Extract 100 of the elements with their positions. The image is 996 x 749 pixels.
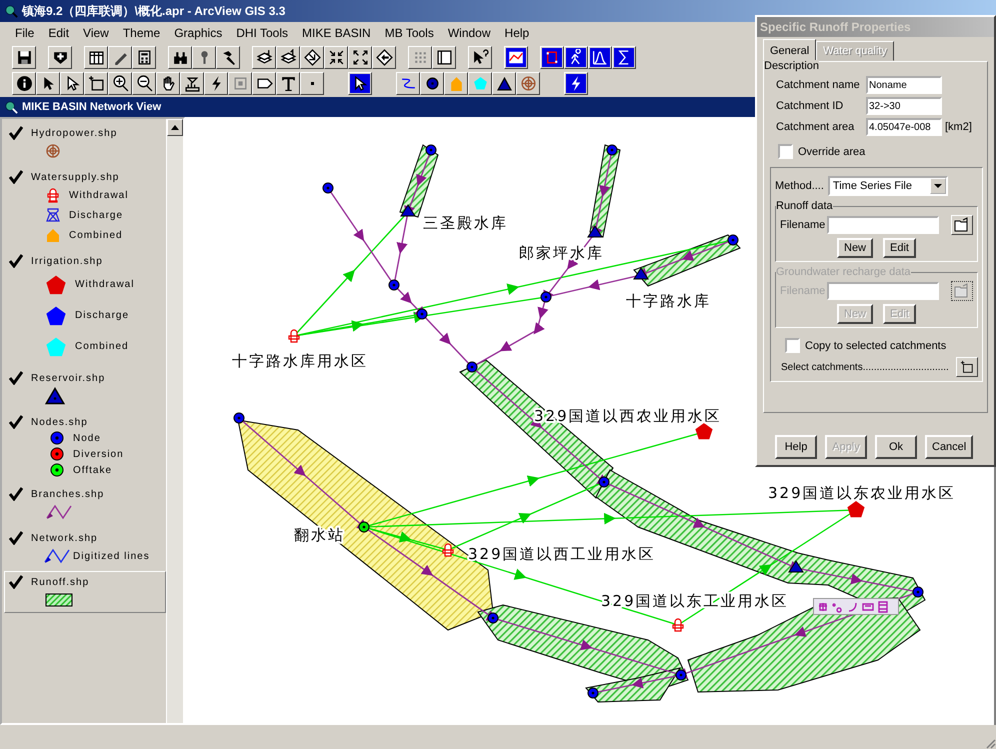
reservoir-marker: [400, 204, 416, 216]
select-tool-button[interactable]: [540, 46, 564, 68]
chart-button[interactable]: [504, 46, 528, 68]
point-button[interactable]: [300, 72, 324, 95]
area-select-button[interactable]: [228, 72, 252, 95]
map-label: 329国道以东农业用水区: [768, 484, 956, 502]
theme-off-button[interactable]: [276, 46, 300, 68]
pointer-button[interactable]: [36, 72, 60, 95]
visibility-checkbox[interactable]: [9, 170, 23, 184]
zoom-previous-button[interactable]: [372, 46, 396, 68]
supply-button[interactable]: [444, 72, 468, 95]
scrollbar[interactable]: [166, 119, 183, 723]
select-box-button[interactable]: [84, 72, 108, 95]
zoom-out-tool-button[interactable]: [132, 72, 156, 95]
visibility-checkbox[interactable]: [9, 254, 23, 268]
visibility-checkbox[interactable]: [9, 126, 23, 140]
reservoir-button[interactable]: [492, 72, 516, 95]
visibility-checkbox[interactable]: [9, 531, 23, 545]
menu-item[interactable]: Edit: [41, 26, 76, 40]
visibility-checkbox[interactable]: [9, 371, 23, 385]
reservoir-marker: [633, 267, 649, 280]
hydropower-button[interactable]: [516, 72, 540, 95]
tool-icon[interactable]: [817, 600, 829, 612]
tool-icon[interactable]: [832, 600, 844, 612]
selected-legend-entry[interactable]: Runoff.shp: [4, 571, 166, 613]
node-marker: [322, 182, 334, 194]
visibility-checkbox[interactable]: [9, 575, 23, 589]
resize-grip-icon[interactable]: [984, 737, 996, 749]
edit-button[interactable]: [108, 46, 132, 68]
tool-icon[interactable]: [877, 600, 889, 612]
refresh-button[interactable]: [564, 72, 588, 95]
wheel-icon: [45, 143, 61, 159]
pointer-icon: [350, 74, 370, 93]
menu-item[interactable]: File: [8, 26, 42, 40]
field-label: Catchment ID: [776, 100, 844, 112]
run-button[interactable]: [564, 46, 588, 68]
text-button[interactable]: [276, 72, 300, 95]
scroll-up-button[interactable]: [167, 119, 183, 136]
dialog-button[interactable]: Help: [775, 435, 817, 459]
layer-name: Reservoir.shp: [31, 372, 106, 384]
label-button[interactable]: [252, 72, 276, 95]
grid-button[interactable]: [408, 46, 432, 68]
help-button[interactable]: [468, 46, 492, 68]
menu-item[interactable]: Help: [498, 26, 536, 40]
menu-item[interactable]: MB Tools: [378, 26, 441, 40]
dialog-button[interactable]: Edit: [883, 238, 916, 258]
hotlink-button[interactable]: [204, 72, 228, 95]
tab[interactable]: General: [763, 39, 816, 61]
filename-field[interactable]: [827, 216, 940, 234]
method-dropdown[interactable]: Time Series File: [828, 176, 948, 196]
network-select-button[interactable]: [348, 72, 372, 95]
pan-button[interactable]: [156, 72, 180, 95]
frame-button[interactable]: [432, 46, 456, 68]
legend-label: Digitized lines: [73, 550, 150, 562]
find-button[interactable]: [168, 46, 192, 68]
vertex-button[interactable]: [60, 72, 84, 95]
zoom-in-button[interactable]: [108, 72, 132, 95]
theme-on-button[interactable]: [252, 46, 276, 68]
visibility-checkbox[interactable]: [9, 415, 23, 429]
menu-item[interactable]: Theme: [116, 26, 168, 40]
legend-label: Diversion: [73, 448, 124, 460]
zigzag-line-icon: [43, 548, 71, 564]
add-theme-button[interactable]: [48, 46, 72, 68]
select-button[interactable]: [956, 357, 978, 377]
save-button[interactable]: [12, 46, 36, 68]
menu-item[interactable]: View: [76, 26, 116, 40]
menu-item[interactable]: Window: [440, 26, 498, 40]
zoom-out-button[interactable]: [348, 46, 372, 68]
checkbox[interactable]: [778, 144, 793, 159]
layer-name: Nodes.shp: [31, 416, 88, 428]
tool-icon[interactable]: [862, 600, 874, 612]
menu-item[interactable]: Graphics: [167, 26, 230, 40]
input-field[interactable]: 32->30: [866, 97, 942, 115]
calculator-button[interactable]: [132, 46, 156, 68]
menu-item[interactable]: DHI Tools: [229, 26, 296, 40]
curve-button[interactable]: [588, 46, 612, 68]
hydrant-marker: [288, 329, 300, 343]
input-field[interactable]: Noname: [866, 76, 942, 94]
visibility-checkbox[interactable]: [9, 487, 23, 501]
identify-button[interactable]: [12, 72, 36, 95]
sum-button[interactable]: [612, 46, 636, 68]
draw-line-button[interactable]: [396, 72, 420, 95]
layer-name: Runoff.shp: [31, 576, 90, 588]
folder-icon: [954, 217, 970, 233]
irrigation-button[interactable]: [468, 72, 492, 95]
node-marker: [606, 144, 618, 156]
node-button[interactable]: [420, 72, 444, 95]
tool-icon[interactable]: [847, 600, 859, 612]
table-button[interactable]: [84, 46, 108, 68]
locate-button[interactable]: [192, 46, 216, 68]
checkbox[interactable]: [785, 338, 800, 353]
zoom-active-button[interactable]: [300, 46, 324, 68]
input-field[interactable]: 4.05047e-008: [866, 118, 942, 136]
dialog-button[interactable]: New: [837, 238, 874, 258]
dialog-button[interactable]: Cancel: [925, 435, 974, 459]
dialog-button[interactable]: Ok: [875, 435, 917, 459]
menu-item[interactable]: MIKE BASIN: [295, 26, 378, 40]
hammer-button[interactable]: [216, 46, 240, 68]
zoom-full-button[interactable]: [324, 46, 348, 68]
measure-button[interactable]: [180, 72, 204, 95]
